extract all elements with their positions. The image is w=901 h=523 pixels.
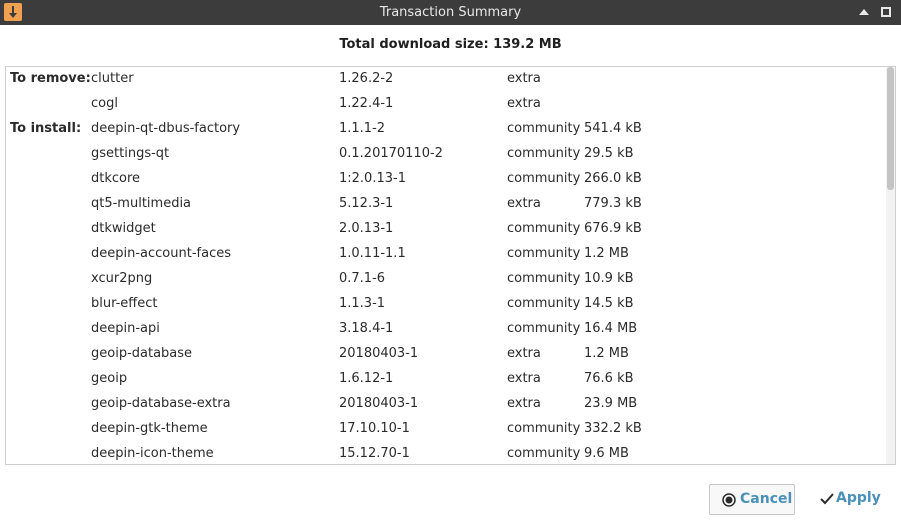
list-item: deepin-gtk-theme 17.10.10-1 community 33…	[6, 417, 886, 442]
package-name: qt5-multimedia	[91, 196, 192, 211]
triangle-up-icon	[859, 9, 869, 15]
package-version: 1.26.2-2	[339, 71, 394, 86]
package-version: 1.1.1-2	[339, 121, 386, 136]
scrollbar-thumb[interactable]	[887, 67, 894, 190]
package-version: 1.1.3-1	[339, 296, 386, 311]
window-square-icon	[881, 7, 891, 17]
package-version: 20180403-1	[339, 396, 419, 411]
package-name: dtkwidget	[91, 221, 156, 236]
package-size: 10.9 kB	[584, 271, 634, 286]
package-size: 23.9 MB	[584, 396, 638, 411]
list-item: xcur2png 0.7.1-6 community 10.9 kB	[6, 267, 886, 292]
package-repo: extra	[507, 371, 541, 386]
package-size: 16.4 MB	[584, 321, 638, 336]
restore-button[interactable]	[878, 4, 894, 20]
list-item: dtkwidget 2.0.13-1 community 676.9 kB	[6, 217, 886, 242]
package-repo: community	[507, 296, 581, 311]
apply-label: Apply	[836, 490, 881, 506]
package-size: 14.5 kB	[584, 296, 634, 311]
package-size: 676.9 kB	[584, 221, 642, 236]
package-name: deepin-qt-dbus-factory	[91, 121, 241, 136]
package-version: 17.10.10-1	[339, 421, 410, 436]
list-item: gsettings-qt 0.1.20170110-2 community 29…	[6, 142, 886, 167]
package-repo: community	[507, 421, 581, 436]
list-item: deepin-api 3.18.4-1 community 16.4 MB	[6, 317, 886, 342]
package-repo: community	[507, 221, 581, 236]
package-name: deepin-api	[91, 321, 160, 336]
package-name: cogl	[91, 96, 118, 111]
package-repo: community	[507, 171, 581, 186]
package-size: 332.2 kB	[584, 421, 642, 436]
package-version: 1:2.0.13-1	[339, 171, 406, 186]
package-version: 0.1.20170110-2	[339, 146, 443, 161]
group-label-remove: To remove:	[10, 71, 91, 86]
package-version: 1.22.4-1	[339, 96, 394, 111]
checkmark-icon	[820, 493, 834, 505]
package-name: geoip	[91, 371, 128, 386]
package-size: 9.6 MB	[584, 446, 629, 461]
package-size: 1.2 MB	[584, 246, 629, 261]
maximize-button[interactable]	[856, 4, 872, 20]
package-repo: extra	[507, 346, 541, 361]
package-repo: extra	[507, 196, 541, 211]
package-repo: community	[507, 146, 581, 161]
package-name: deepin-gtk-theme	[91, 421, 208, 436]
package-version: 3.18.4-1	[339, 321, 394, 336]
package-size: 1.2 MB	[584, 346, 629, 361]
list-item: deepin-icon-theme 15.12.70-1 community 9…	[6, 442, 886, 464]
package-size: 541.4 kB	[584, 121, 642, 136]
list-item: qt5-multimedia 5.12.3-1 extra 779.3 kB	[6, 192, 886, 217]
transaction-list[interactable]: To remove: clutter 1.26.2-2 extra cogl 1…	[5, 66, 896, 465]
cancel-button[interactable]: Cancel	[709, 484, 795, 515]
list-item: geoip-database-extra 20180403-1 extra 23…	[6, 392, 886, 417]
package-name: deepin-icon-theme	[91, 446, 214, 461]
apply-button[interactable]: Apply	[812, 484, 892, 515]
package-version: 0.7.1-6	[339, 271, 386, 286]
package-version: 15.12.70-1	[339, 446, 410, 461]
list-item: cogl 1.22.4-1 extra	[6, 92, 886, 117]
cancel-label: Cancel	[740, 491, 793, 507]
package-version: 5.12.3-1	[339, 196, 394, 211]
list-item: To remove: clutter 1.26.2-2 extra	[6, 67, 886, 92]
cancel-circle-icon	[722, 493, 736, 507]
package-repo: community	[507, 246, 581, 261]
package-version: 1.0.11-1.1	[339, 246, 406, 261]
package-name: geoip-database-extra	[91, 396, 231, 411]
package-name: blur-effect	[91, 296, 158, 311]
package-size: 266.0 kB	[584, 171, 642, 186]
list-item: geoip-database 20180403-1 extra 1.2 MB	[6, 342, 886, 367]
list-item: blur-effect 1.1.3-1 community 14.5 kB	[6, 292, 886, 317]
package-repo: community	[507, 271, 581, 286]
list-item: dtkcore 1:2.0.13-1 community 266.0 kB	[6, 167, 886, 192]
package-size: 29.5 kB	[584, 146, 634, 161]
package-name: deepin-account-faces	[91, 246, 231, 261]
package-repo: community	[507, 321, 581, 336]
package-repo: extra	[507, 96, 541, 111]
list-item: To install: deepin-qt-dbus-factory 1.1.1…	[6, 117, 886, 142]
package-version: 2.0.13-1	[339, 221, 394, 236]
window-title: Transaction Summary	[379, 5, 522, 20]
package-name: geoip-database	[91, 346, 193, 361]
package-repo: community	[507, 446, 581, 461]
package-size: 76.6 kB	[584, 371, 634, 386]
package-version: 1.6.12-1	[339, 371, 394, 386]
list-item: deepin-account-faces 1.0.11-1.1 communit…	[6, 242, 886, 267]
package-name: xcur2png	[91, 271, 153, 286]
package-name: gsettings-qt	[91, 146, 170, 161]
group-label-install: To install:	[10, 121, 82, 136]
package-repo: community	[507, 121, 581, 136]
package-size: 779.3 kB	[584, 196, 642, 211]
package-version: 20180403-1	[339, 346, 419, 361]
package-repo: extra	[507, 71, 541, 86]
title-bar: Transaction Summary	[0, 0, 901, 25]
package-repo: extra	[507, 396, 541, 411]
vertical-scrollbar[interactable]	[886, 67, 895, 464]
package-name: dtkcore	[91, 171, 141, 186]
list-item: geoip 1.6.12-1 extra 76.6 kB	[6, 367, 886, 392]
package-name: clutter	[91, 71, 134, 86]
total-download-size: Total download size: 139.2 MB	[339, 37, 562, 52]
